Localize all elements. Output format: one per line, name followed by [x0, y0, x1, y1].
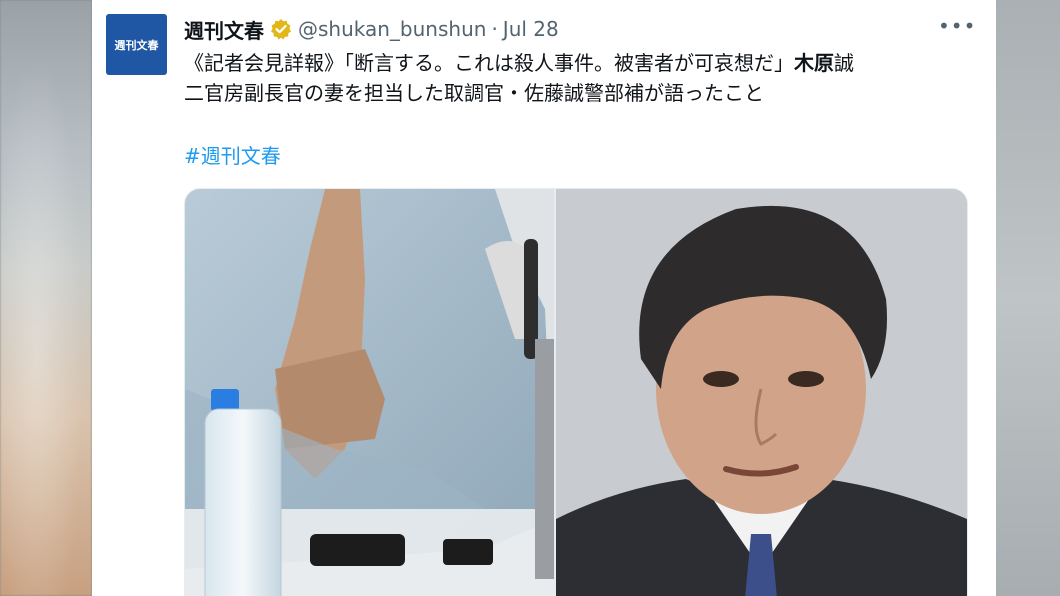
tweet-date[interactable]: Jul 28: [503, 17, 559, 41]
tweet-text-segment: 誠: [834, 51, 854, 75]
verified-badge-icon: [270, 18, 292, 40]
blurred-backdrop-left: [0, 0, 92, 596]
tweet-text-segment: 《記者会見詳報》「断言する。これは殺人事件。被害者が可哀想だ」: [184, 51, 794, 75]
tweet-text-line-1: 《記者会見詳報》「断言する。これは殺人事件。被害者が可哀想だ」木原誠: [184, 48, 974, 78]
tweet-card[interactable]: 週刊文春 週刊文春 @shukan_bunshun · Jul 28 ••• 《…: [92, 0, 996, 596]
tweet-text: 《記者会見詳報》「断言する。これは殺人事件。被害者が可哀想だ」木原誠 二官房副長…: [184, 48, 974, 108]
tweet-header: 週刊文春 @shukan_bunshun · Jul 28: [184, 14, 559, 44]
tweet-media[interactable]: [184, 188, 968, 596]
blurred-backdrop-right: [996, 0, 1060, 596]
tweet-text-bold: 木原: [794, 51, 834, 75]
handle[interactable]: @shukan_bunshun: [298, 17, 486, 41]
press-conference-photo[interactable]: [185, 189, 554, 596]
avatar[interactable]: 週刊文春: [106, 14, 167, 75]
display-name[interactable]: 週刊文春: [184, 15, 264, 44]
separator-dot: ·: [491, 17, 498, 41]
tweet-text-line-2: 二官房副長官の妻を担当した取調官・佐藤誠警部補が語ったこと: [184, 81, 764, 105]
official-portrait-photo[interactable]: [556, 189, 967, 596]
hashtag-link[interactable]: #週刊文春: [184, 140, 281, 169]
more-options-icon[interactable]: •••: [938, 16, 975, 40]
avatar-text: 週刊文春: [114, 38, 159, 52]
